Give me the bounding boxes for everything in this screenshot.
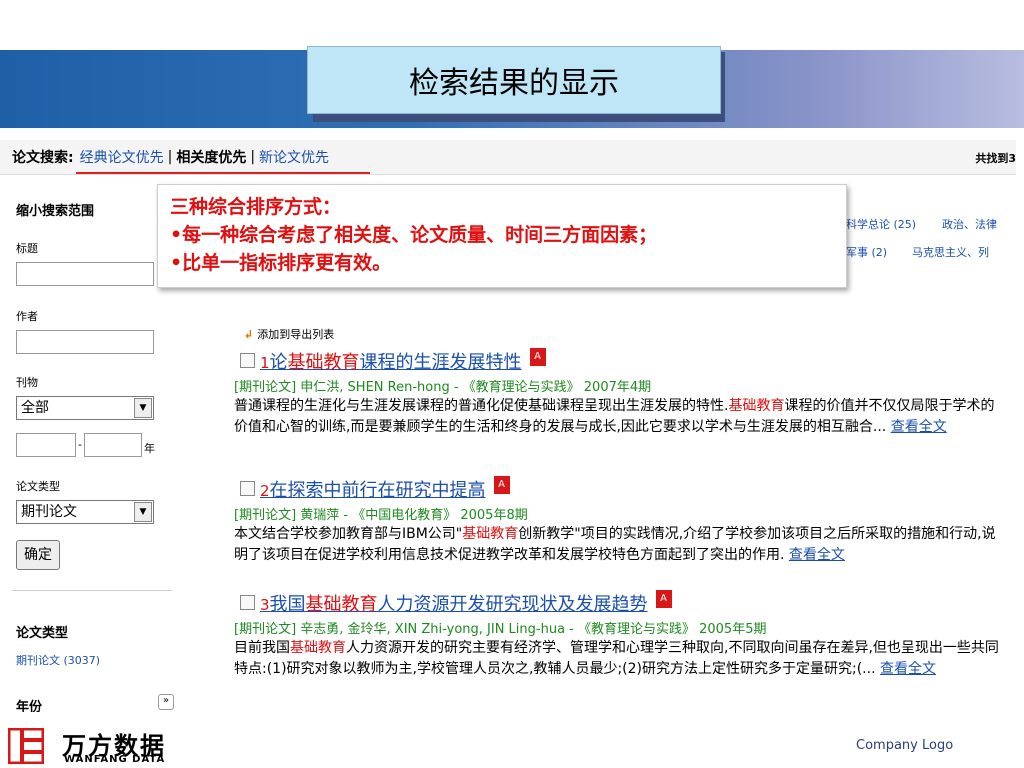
category-military[interactable]: 军事 (2)	[846, 244, 887, 260]
wanfang-mark-icon	[8, 728, 44, 764]
result-checkbox[interactable]	[240, 353, 255, 368]
narrow-title: 缩小搜索范围	[16, 204, 95, 219]
year-dash: -	[78, 438, 82, 451]
year-suffix: 年	[144, 442, 155, 455]
callout-line: •每一种综合考虑了相关度、论文质量、时间三方面因素；	[170, 224, 658, 246]
year-from-input[interactable]	[16, 433, 76, 457]
sort-newest-link[interactable]: 新论文优先	[259, 147, 329, 167]
result-title[interactable]: 1论基础教育课程的生涯发展特性 A	[260, 348, 546, 374]
category-marxism[interactable]: 马克思主义、列	[912, 244, 989, 260]
sort-underline	[76, 172, 370, 174]
callout-box: 三种综合排序方式： •每一种综合考虑了相关度、论文质量、时间三方面因素； •比单…	[157, 184, 847, 288]
view-fulltext-link[interactable]: 查看全文	[891, 419, 947, 435]
journal-select-value: 全部	[21, 400, 49, 416]
sort-separator: |	[250, 149, 256, 165]
type-select[interactable]: 期刊论文 ▼	[16, 500, 154, 524]
title-label: 标题	[16, 242, 38, 255]
type-label: 论文类型	[16, 480, 60, 493]
slide-title: 检索结果的显示	[307, 46, 721, 114]
view-fulltext-link[interactable]: 查看全文	[880, 661, 936, 677]
sort-label: 论文搜索:	[12, 150, 74, 166]
arrow-down-left-icon: ↲	[244, 328, 254, 341]
add-to-export[interactable]: ↲ 添加到导出列表	[244, 326, 334, 342]
callout-line: •比单一指标排序更有效。	[170, 252, 392, 274]
type-count-link[interactable]: 期刊论文 (3037)	[16, 652, 100, 668]
result-count: 共找到3	[975, 152, 1016, 165]
category-science[interactable]: 科学总论 (25)	[846, 216, 916, 232]
result-meta: [期刊论文] 黄瑞萍 - 《中国电化教育》 2005年8期	[234, 508, 528, 523]
result-title[interactable]: 3我国基础教育人力资源开发研究现状及发展趋势 A	[260, 590, 672, 616]
journal-select[interactable]: 全部 ▼	[16, 396, 154, 420]
sort-separator: |	[167, 149, 173, 165]
author-label: 作者	[16, 310, 38, 323]
result-checkbox[interactable]	[240, 595, 255, 610]
confirm-button[interactable]: 确定	[16, 540, 60, 570]
chevron-down-icon: ▼	[134, 398, 152, 418]
brand-en: WANFANG DATA	[64, 754, 166, 765]
pdf-icon[interactable]: A	[493, 476, 510, 494]
year-to-input[interactable]	[84, 433, 142, 457]
author-input[interactable]	[16, 330, 154, 354]
journal-label: 刊物	[16, 376, 38, 389]
callout-line: 三种综合排序方式：	[170, 196, 342, 218]
result-meta: [期刊论文] 辛志勇, 金玲华, XIN Zhi-yong, JIN Ling-…	[234, 622, 767, 637]
result-abstract: 目前我国基础教育人力资源开发的研究主要有经济学、管理学和心理学三种取向,不同取向…	[234, 640, 999, 677]
type-select-value: 期刊论文	[21, 504, 77, 520]
divider	[12, 590, 172, 591]
sort-bar: 论文搜索: 经典论文优先 | 相关度优先 | 新论文优先 共找到3	[0, 140, 1016, 175]
section-year-title: 年份	[16, 700, 43, 712]
view-fulltext-link[interactable]: 查看全文	[789, 547, 845, 563]
chevron-down-icon: ▼	[134, 502, 152, 522]
result-meta: [期刊论文] 申仁洪, SHEN Ren-hong - 《教育理论与实践》 20…	[234, 380, 652, 395]
result-title[interactable]: 2在探索中前行在研究中提高 A	[260, 476, 510, 502]
result-checkbox[interactable]	[240, 481, 255, 496]
wanfang-logo: 万方数据 WANFANG DATA	[8, 726, 208, 766]
result-abstract: 本文结合学校参加教育部与IBM公司"基础教育创新教学"项目的实践情况,介绍了学校…	[234, 526, 996, 563]
sort-classic-link[interactable]: 经典论文优先	[80, 147, 164, 167]
pdf-icon[interactable]: A	[529, 348, 546, 366]
double-chevron-down-icon[interactable]: »	[158, 694, 174, 710]
title-input[interactable]	[16, 262, 154, 286]
sort-relevance-link[interactable]: 相关度优先	[176, 147, 246, 167]
company-logo-text: Company Logo	[856, 738, 954, 753]
category-politics[interactable]: 政治、法律	[942, 216, 997, 232]
pdf-icon[interactable]: A	[655, 590, 672, 608]
section-type-title: 论文类型	[16, 626, 69, 641]
result-abstract: 普通课程的生涯化与生涯发展课程的普通化促使基础课程呈现出生涯发展的特性.基础教育…	[234, 398, 995, 435]
